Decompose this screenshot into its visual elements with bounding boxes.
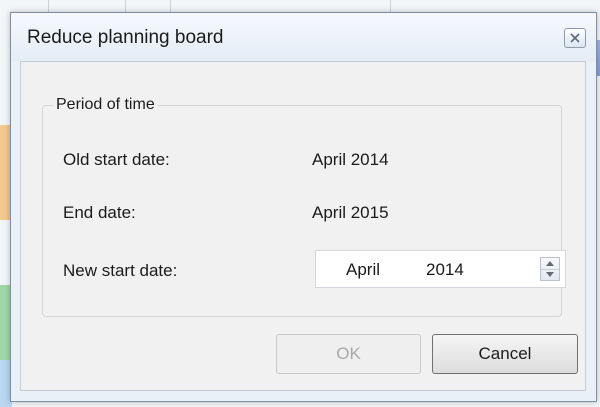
- arrow-down-icon: [541, 272, 559, 277]
- dialog-title: Reduce planning board: [27, 27, 224, 48]
- end-date-value: April 2015: [312, 203, 389, 222]
- spin-down-button[interactable]: [541, 269, 559, 280]
- close-icon: [565, 32, 585, 44]
- group-caption: Period of time: [53, 96, 158, 114]
- ok-button[interactable]: OK: [276, 334, 421, 374]
- reduce-planning-board-dialog: Reduce planning board Period of time Old…: [10, 12, 597, 402]
- close-button[interactable]: [564, 28, 586, 48]
- new-start-year[interactable]: 2014: [426, 260, 464, 280]
- new-start-month[interactable]: April: [346, 260, 380, 280]
- new-start-date-label: New start date:: [63, 261, 178, 280]
- arrow-up-icon: [541, 261, 559, 266]
- spin-buttons: [540, 257, 560, 281]
- dialog-titlebar[interactable]: Reduce planning board: [11, 13, 596, 61]
- new-start-date-spinner[interactable]: April 2014: [315, 250, 566, 288]
- cancel-button[interactable]: Cancel: [432, 334, 578, 374]
- old-start-date-value: April 2014: [312, 150, 389, 169]
- old-start-date-label: Old start date:: [63, 150, 170, 169]
- dialog-body: Period of time Old start date: April 201…: [20, 61, 586, 391]
- end-date-label: End date:: [63, 203, 136, 222]
